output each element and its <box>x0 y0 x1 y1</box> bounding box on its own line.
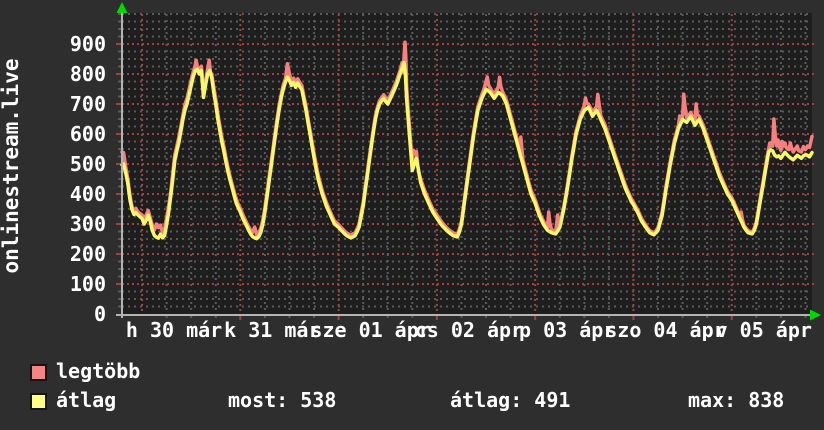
legend-swatch-atlag <box>30 393 47 410</box>
stat-max: max: 838 <box>688 388 785 412</box>
y-tick-label: 0 <box>93 302 106 326</box>
stat-atlag: átlag: 491 <box>450 388 571 412</box>
legend-label-legtobb: legtöbb <box>56 359 141 383</box>
legend-swatch-legtobb <box>30 364 47 381</box>
x-tick-label: v 05 ápr <box>715 318 812 342</box>
stat-most: most: 538 <box>228 388 337 412</box>
y-axis-arrow-icon <box>116 2 128 13</box>
y-tick-label: 200 <box>69 242 106 266</box>
y-tick-label: 100 <box>69 272 106 296</box>
x-tick-label: sze 01 ápr <box>310 318 431 342</box>
y-tick-label: 900 <box>69 32 106 56</box>
legend-label-atlag: átlag <box>56 388 117 412</box>
x-tick-label: cs 02 ápr <box>414 318 524 342</box>
y-tick-label: 700 <box>69 92 106 116</box>
y-tick-label: 500 <box>69 152 106 176</box>
x-tick-label: szo 04 ápr <box>605 318 726 342</box>
x-tick-label: k 31 már <box>224 318 321 342</box>
y-tick-label: 600 <box>69 122 106 146</box>
x-tick-label: h 30 már <box>125 318 223 342</box>
y-tick-label: 800 <box>69 62 106 86</box>
y-tick-label: 300 <box>69 212 106 236</box>
y-tick-label: 400 <box>69 182 106 206</box>
x-tick-label: p 03 ápr <box>519 318 616 342</box>
